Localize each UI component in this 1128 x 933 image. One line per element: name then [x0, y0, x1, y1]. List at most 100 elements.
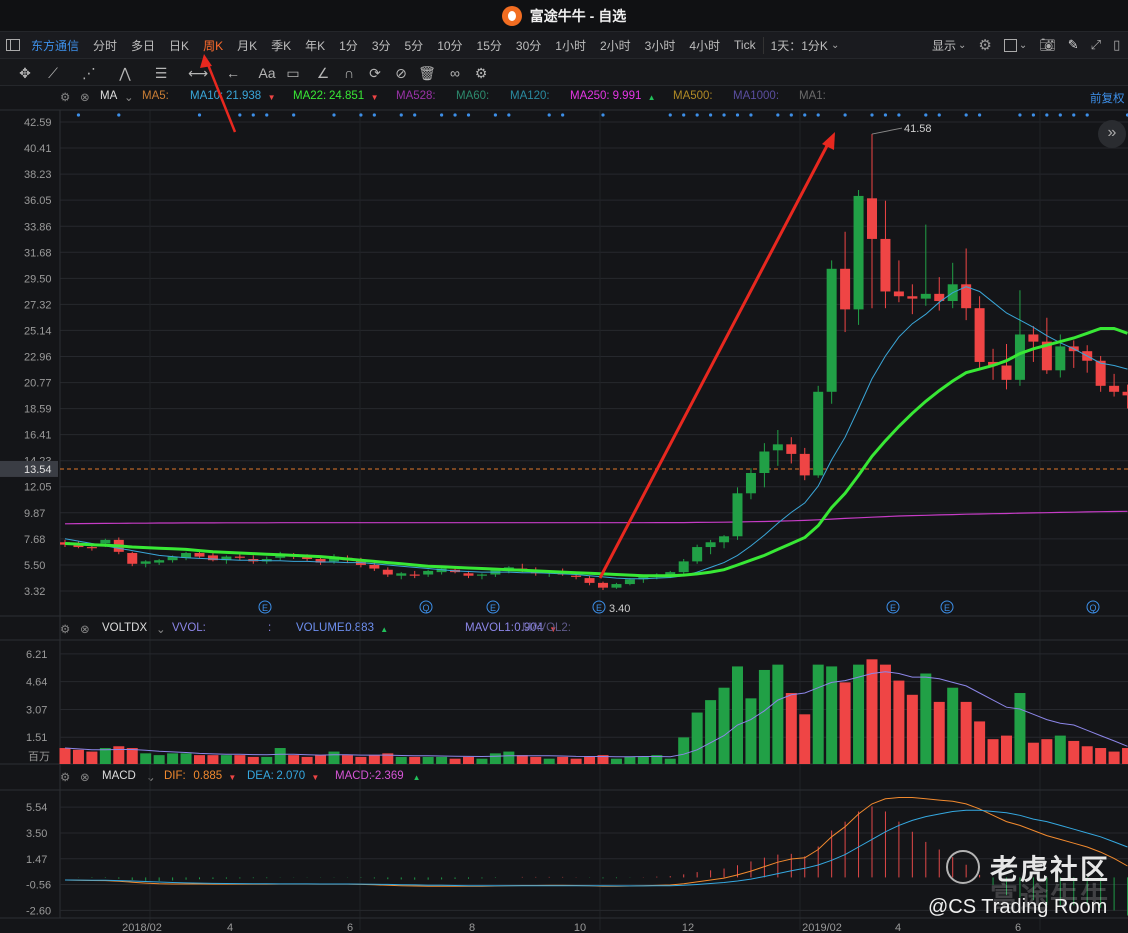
comment-tool-icon[interactable]: ▭	[284, 64, 302, 82]
candle-body-20	[329, 556, 339, 562]
period-tab-10[interactable]: 5分	[398, 37, 431, 54]
vol-indicator-name[interactable]: VOLTDX	[102, 622, 147, 634]
vol-axis-tick-3: 1.51	[26, 732, 47, 744]
period-tab-17[interactable]: 4小时	[682, 37, 727, 54]
period-tab-11[interactable]: 10分	[430, 37, 469, 54]
candle-body-62	[893, 291, 904, 297]
macd-dropdown-icon[interactable]: ⌄	[146, 770, 156, 784]
pen-icon[interactable]: ✎	[1068, 37, 1079, 53]
period-tab-0[interactable]: 东方通信	[24, 37, 86, 54]
event-dot-45	[668, 113, 672, 117]
display-chevron-icon[interactable]: ⌄	[958, 40, 966, 51]
period-tab-13[interactable]: 30分	[509, 37, 548, 54]
volume-bar-17	[288, 755, 300, 764]
macd-label-2: MACD:	[335, 770, 373, 782]
period-tab-15[interactable]: 2小时	[593, 37, 638, 54]
period-tab-12[interactable]: 15分	[470, 37, 509, 54]
period-tab-19[interactable]: 1天：1分K	[762, 36, 835, 54]
camera-icon[interactable]: 📷︎	[1039, 37, 1056, 53]
macd-settings-icon[interactable]: ⚙	[60, 770, 70, 784]
adjust-mode-button[interactable]: 前复权	[1090, 90, 1125, 106]
angle-tool-icon[interactable]: ∠	[314, 64, 332, 82]
display-menu-button[interactable]: 显示	[932, 37, 956, 54]
period-tab-5[interactable]: 月K	[230, 37, 264, 54]
channel-tool-icon[interactable]: ⋰	[80, 64, 98, 82]
hide-icon[interactable]: ⊘	[392, 64, 410, 82]
event-marker-6: Q	[1089, 603, 1096, 613]
title-bar: 富途牛牛 - 自选	[0, 0, 1128, 32]
candle-body-75	[1068, 346, 1079, 352]
tool-settings-icon[interactable]: ⚙	[472, 64, 490, 82]
window-split-icon[interactable]: ▯	[1113, 37, 1120, 53]
volume-bar-47	[691, 712, 703, 764]
period-tab-7[interactable]: 年K	[298, 37, 332, 54]
volume-bar-42	[624, 756, 636, 764]
candle-body-78	[1109, 385, 1120, 392]
ma-label-1: MA10:	[190, 90, 224, 102]
period-tab-3[interactable]: 日K	[162, 37, 196, 54]
event-dot-14	[251, 113, 255, 117]
fib-tool-icon[interactable]: ☰	[152, 64, 170, 82]
macd-close-icon[interactable]: ⊗	[80, 770, 90, 784]
event-dot-53	[776, 113, 780, 117]
period-tab-8[interactable]: 1分	[332, 37, 365, 54]
ma-indicator-name[interactable]: MA	[100, 90, 117, 102]
vol-settings-icon[interactable]: ⚙	[60, 622, 70, 636]
text-tool-icon[interactable]: Aa	[258, 64, 276, 82]
line-tool-icon[interactable]: ⟋	[44, 64, 62, 82]
vol-dropdown-icon[interactable]: ⌄	[156, 622, 166, 636]
period-tab-4[interactable]: 周K	[196, 37, 230, 54]
link-icon[interactable]: ∞	[446, 64, 464, 82]
wave-tool-icon[interactable]: ⋀	[116, 64, 134, 82]
dropdown-chevron-icon[interactable]: ⌄	[831, 40, 839, 51]
vol-close-icon[interactable]: ⊗	[80, 622, 90, 636]
event-dot-28	[440, 113, 444, 117]
ma-close-icon[interactable]: ⊗	[80, 90, 90, 104]
period-tab-1[interactable]: 分时	[86, 37, 124, 54]
layout-chevron-icon[interactable]: ⌄	[1019, 40, 1027, 51]
ma-arrow-1: ▼	[267, 93, 276, 102]
period-tab-16[interactable]: 3小时	[638, 37, 683, 54]
event-dot-46	[682, 113, 686, 117]
volume-bar-24	[382, 753, 394, 764]
volume-bar-69	[987, 739, 999, 764]
volume-bar-40	[597, 755, 609, 764]
macd-indicator-name[interactable]: MACD	[102, 770, 136, 782]
sidebar-toggle-icon[interactable]	[6, 39, 20, 51]
magnet-icon[interactable]: ∩	[340, 64, 358, 82]
candle-body-12	[221, 556, 232, 561]
candle-body-72	[1028, 334, 1039, 342]
trash-icon[interactable]: 🗑︎	[418, 64, 436, 82]
ma22-line	[64, 327, 1128, 578]
candle-body-24	[382, 569, 393, 575]
sync-icon[interactable]: ⟳	[366, 64, 384, 82]
period-tab-2[interactable]: 多日	[124, 37, 162, 54]
vol-arrow-2: ▲	[380, 625, 389, 634]
chart-canvas[interactable]: 42.59 40.41 38.23 36.05 33.86 31.68 29.50 27.32…	[0, 0, 1128, 933]
candle-body-37	[557, 572, 568, 575]
period-tab-14[interactable]: 1小时	[548, 37, 593, 54]
expand-panel-icon[interactable]: »	[1098, 120, 1126, 148]
layout-square-icon[interactable]	[1003, 38, 1017, 52]
macd-value-1: 2.070	[276, 770, 306, 782]
ma-settings-icon[interactable]: ⚙	[60, 90, 70, 104]
event-dot-23	[372, 113, 376, 117]
period-tab-18[interactable]: Tick	[727, 38, 763, 52]
settings-gear-icon[interactable]: ⚙	[978, 36, 991, 54]
crosshair-move-icon[interactable]: ✥	[16, 64, 34, 82]
candle-body-68	[974, 308, 985, 362]
candle-body-46	[678, 561, 689, 573]
fullscreen-icon[interactable]: ⤢	[1091, 37, 1101, 53]
futu-logo-icon	[501, 5, 522, 26]
event-dot-26	[413, 113, 417, 117]
ma-dropdown-icon[interactable]: ⌄	[124, 90, 134, 104]
tiger-logo-icon	[946, 850, 980, 884]
measure-tool-icon[interactable]: ⟷	[188, 64, 208, 82]
candle-body-26	[409, 574, 420, 576]
ma-indicator-bar: ⚙ ⊗ MA ⌄ MA5: MA10: 21.938 ▼ MA22: 24.851 ▼ MA5…	[0, 88, 1128, 106]
candle-body-56	[813, 391, 824, 476]
period-tab-6[interactable]: 季K	[264, 37, 298, 54]
period-tab-9[interactable]: 3分	[365, 37, 398, 54]
arrow-tool-icon[interactable]: ←	[224, 64, 242, 82]
main-axis-tick-7: 27.32	[24, 299, 52, 311]
